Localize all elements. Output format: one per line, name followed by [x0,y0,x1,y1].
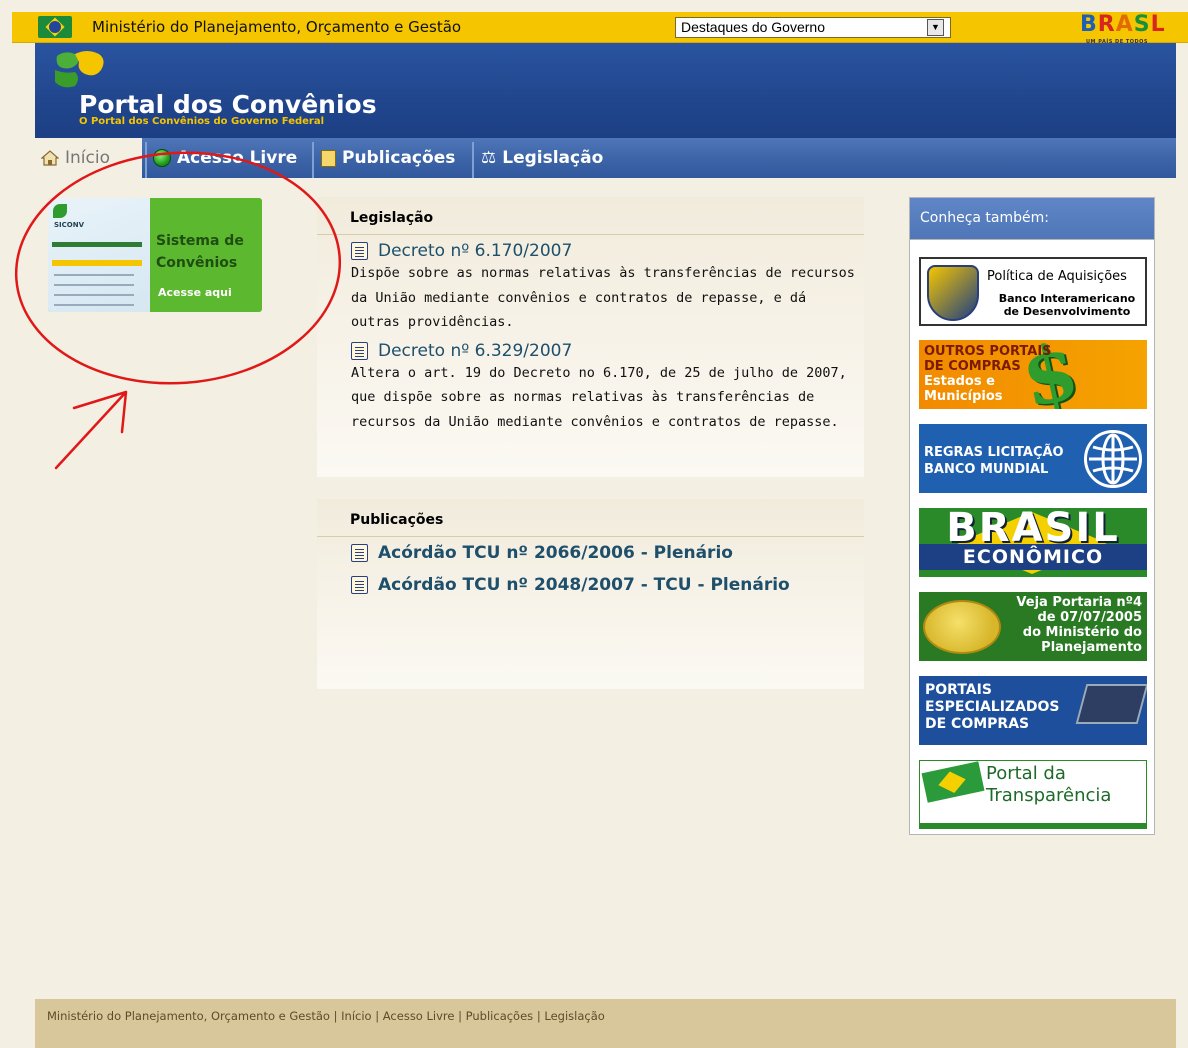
scales-icon: ⚖ [481,148,497,168]
tab-legislacao-label: Legislação [502,148,604,168]
sidebar: Conheça também: Política de Aquisições B… [909,197,1155,835]
footer-link-publicacoes[interactable]: Publicações [466,1009,534,1023]
footer-link-ministerio[interactable]: Ministério do Planejamento, Orçamento e … [47,1009,330,1023]
left-margin [12,43,35,1048]
document-icon [351,242,368,260]
decreto-6329-description: Altera o art. 19 do Decreto no 6.170, de… [351,364,847,430]
seal-icon [923,600,1001,654]
government-bar: Ministério do Planejamento, Orçamento e … [12,12,1188,46]
tab-acesso-livre[interactable]: Acesso Livre [147,138,309,178]
outros-portais-banner[interactable]: $ OUTROS PORTAIS DE COMPRAS Estados e Muni… [919,340,1147,409]
tab-acesso-livre-label: Acesso Livre [177,148,298,168]
destaques-select[interactable]: Destaques do Governo ▼ [675,17,951,38]
portais-especializados-banner[interactable]: PORTAIS ESPECIALIZADOS DE COMPRAS [919,676,1147,745]
legislacao-panel: Legislação Decreto nº 6.170/2007 Dispõe … [317,197,864,477]
portal-title[interactable]: Portal dos Convênios [79,90,377,119]
acordao-2048-link[interactable]: Acórdão TCU nº 2048/2007 - TCU - Plenári… [351,575,864,595]
bid-banner[interactable]: Política de Aquisições Banco Interameric… [919,257,1147,326]
decreto-6329-link[interactable]: Decreto nº 6.329/2007 [351,341,864,361]
brazil-flag-icon [921,761,985,803]
footer-link-legislacao[interactable]: Legislação [544,1009,604,1023]
destaques-select-value: Destaques do Governo [681,19,825,35]
green-dot-icon [153,149,171,167]
americas-emblem-icon [927,265,979,321]
footer-link-acesso-livre[interactable]: Acesso Livre [383,1009,455,1023]
publicacoes-panel: Publicações Acórdão TCU nº 2066/2006 - P… [317,499,864,689]
brasil-logo[interactable]: BRASL UM PAÍS DE TODOS [1080,14,1174,46]
tab-legislacao[interactable]: ⚖ Legislação [475,138,625,178]
tab-publicacoes[interactable]: Publicações [315,138,470,178]
legislacao-heading: Legislação [317,197,864,235]
acordao-2066-link[interactable]: Acórdão TCU nº 2066/2006 - Plenário [351,543,864,563]
portal-subtitle: O Portal dos Convênios do Governo Federa… [79,116,325,127]
puzzle-logo-icon[interactable] [51,48,109,90]
decreto-6170-link[interactable]: Decreto nº 6.170/2007 [351,241,864,261]
header-banner: Portal dos Convênios O Portal dos Convên… [35,43,1176,138]
document-icon [351,544,368,562]
tab-inicio[interactable]: Início [35,138,142,178]
portal-transparencia-banner[interactable]: Portal da Transparência [919,760,1147,829]
siconv-cta[interactable]: Acesse aqui [158,286,232,299]
brasil-economico-banner[interactable]: BRASIL ECONÔMICO [919,508,1147,577]
tab-publicacoes-label: Publicações [342,148,456,168]
siconv-banner[interactable]: SICONV Sistema de Convênios Acesse aqui [48,198,262,312]
document-icon [351,576,368,594]
footer: Ministério do Planejamento, Orçamento e … [35,999,1176,1048]
globe-icon [1084,430,1142,488]
brazil-flag-icon [38,16,72,38]
chevron-down-icon[interactable]: ▼ [927,19,944,36]
nav-separator [472,142,474,178]
document-icon [321,149,336,167]
nav-separator [312,142,314,178]
siconv-screenshot-image: SICONV [48,198,150,312]
document-icon [351,341,368,360]
house-icon [41,150,59,166]
footer-link-inicio[interactable]: Início [341,1009,371,1023]
portaria-banner[interactable]: Veja Portaria nº4 de 07/07/2005 do Minis… [919,592,1147,661]
main-nav: Início Acesso Livre Publicações ⚖ Legisl… [35,138,1176,178]
ministry-link[interactable]: Ministério do Planejamento, Orçamento e … [92,18,461,36]
tab-inicio-label: Início [65,148,110,168]
sidebar-heading: Conheça também: [910,198,1154,240]
leaf-icon [53,204,67,218]
publicacoes-heading: Publicações [317,499,864,537]
page: Ministério do Planejamento, Orçamento e … [0,0,1188,1048]
banco-mundial-banner[interactable]: REGRAS LICITAÇÃO BANCO MUNDIAL [919,424,1147,493]
siconv-brand: SICONV [54,221,85,229]
laptop-icon [1075,684,1147,724]
siconv-title: Sistema de Convênios [156,233,244,271]
decreto-6170-description: Dispõe sobre as normas relativas às tran… [351,265,855,330]
